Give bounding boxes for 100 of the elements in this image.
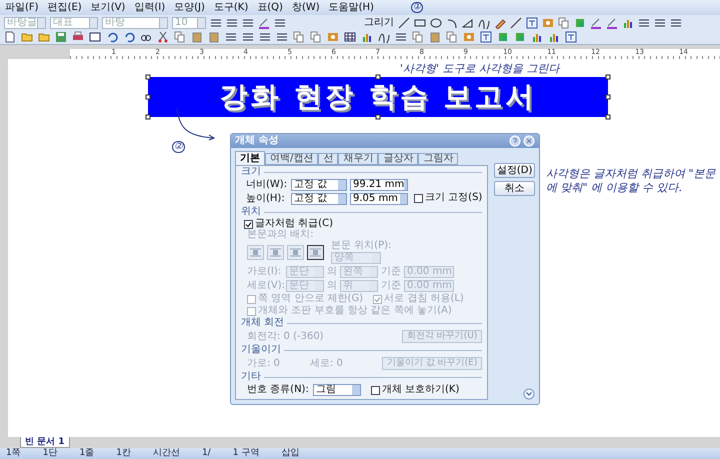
dialog-tab[interactable]: 채우기 xyxy=(338,153,378,165)
selection-handle[interactable] xyxy=(146,114,150,120)
copy-icon[interactable] xyxy=(174,31,186,43)
checkbox[interactable] xyxy=(370,386,380,394)
draw-menu[interactable]: 그리기 xyxy=(364,18,394,28)
field-label: 본문과의 배치: xyxy=(246,230,315,240)
text-box-icon[interactable] xyxy=(565,31,577,43)
copy-icon[interactable] xyxy=(310,31,322,43)
close-icon[interactable] xyxy=(523,135,535,147)
menu-item[interactable]: 모양(J) xyxy=(174,2,205,12)
undo-icon[interactable] xyxy=(123,31,135,43)
field-label: 가로(I): xyxy=(247,267,282,277)
menu-item[interactable]: 파일(F) xyxy=(5,2,39,12)
align-icon[interactable] xyxy=(638,16,650,28)
field-label: 가로: 0 xyxy=(247,358,280,368)
selection-handle[interactable] xyxy=(376,114,380,120)
selection-handle[interactable] xyxy=(146,74,150,80)
menu-item[interactable]: 편집(E) xyxy=(48,2,82,12)
align-icon[interactable] xyxy=(259,31,271,43)
align-icon[interactable] xyxy=(226,16,238,28)
banner-title: 강화 현장 학습 보고서 xyxy=(219,83,537,111)
line-color-icon[interactable] xyxy=(590,16,602,28)
handwritten-note: 사각형은 글자처럼 취급하여 "본문에 맞춰" 에 이용할 수 있다. xyxy=(546,167,716,194)
help-icon[interactable] xyxy=(509,135,521,147)
number-field[interactable]: 99.21 mm xyxy=(350,179,408,191)
selection-handle[interactable] xyxy=(606,114,610,120)
dialog-tab[interactable]: 기본 xyxy=(235,151,265,165)
menu-item[interactable]: 도움말(H) xyxy=(328,2,374,12)
menu-item[interactable]: 창(W) xyxy=(292,2,320,12)
copy-icon[interactable] xyxy=(558,16,570,28)
align-icon[interactable] xyxy=(670,16,682,28)
status-item: 1줄 xyxy=(79,449,94,458)
text-box-icon[interactable] xyxy=(526,16,538,28)
document-tab[interactable]: 빈 문서 1 xyxy=(20,437,70,448)
checkbox-label: 서로 겹침 허용(L) xyxy=(384,294,464,304)
selection-handle[interactable] xyxy=(606,94,610,100)
checkbox-label: 크기 고정(S) xyxy=(425,193,482,203)
copy-icon[interactable] xyxy=(293,31,305,43)
checkbox[interactable] xyxy=(414,194,423,202)
field-label: 의 xyxy=(327,267,337,277)
polygon-tool-icon[interactable] xyxy=(462,16,474,28)
align-icon[interactable] xyxy=(276,31,288,43)
align-icon[interactable] xyxy=(242,31,254,43)
number-type-dropdown[interactable]: 그림 xyxy=(312,384,361,396)
align-icon[interactable] xyxy=(654,16,666,28)
rectangle-tool-icon[interactable] xyxy=(414,16,426,28)
table-icon[interactable] xyxy=(344,31,356,43)
field-label: 높이(H): xyxy=(246,194,286,204)
page-view-icon[interactable] xyxy=(89,31,101,43)
selection-handle[interactable] xyxy=(606,74,610,80)
number-field[interactable]: 9.05 mm xyxy=(350,193,408,205)
mode-dropdown[interactable]: 고정 값 xyxy=(291,179,347,191)
align-icon[interactable] xyxy=(225,31,237,43)
paste-icon[interactable] xyxy=(191,31,203,43)
line-tool-icon[interactable] xyxy=(510,16,522,28)
align-icon[interactable] xyxy=(274,16,286,28)
section-heading: 크기 xyxy=(241,167,261,177)
menu-item[interactable]: 보기(V) xyxy=(90,2,126,12)
cut-icon[interactable] xyxy=(157,31,169,43)
status-item: 시간선 xyxy=(152,449,180,458)
align-icon[interactable] xyxy=(242,16,254,28)
expand-icon[interactable] xyxy=(523,388,535,400)
selection-handle[interactable] xyxy=(146,94,150,100)
field-label: 회전각: 0 (-360) xyxy=(247,332,324,342)
print-icon[interactable] xyxy=(72,31,84,43)
menu-item[interactable]: 표(Q) xyxy=(257,2,283,12)
section-heading: 기울이기 xyxy=(241,345,281,355)
field-label: 기준 xyxy=(381,281,401,291)
dialog-tab[interactable]: 선 xyxy=(318,153,338,165)
text-box-icon[interactable] xyxy=(480,31,492,43)
line-color-icon[interactable] xyxy=(258,16,270,28)
undo-icon[interactable] xyxy=(106,31,118,43)
align-icon[interactable] xyxy=(210,16,222,28)
ellipse-tool-icon[interactable] xyxy=(430,16,442,28)
align-icon[interactable] xyxy=(395,31,407,43)
dialog-button[interactable]: 취소 xyxy=(494,181,535,196)
line-color-icon[interactable] xyxy=(606,16,618,28)
checkbox-label: 개체와 조판 부호를 항상 같은 쪽에 놓기(A) xyxy=(258,306,452,316)
menu-item[interactable]: 도구(K) xyxy=(214,2,248,12)
mode-dropdown[interactable]: 고정 값 xyxy=(291,193,347,205)
chart-icon[interactable] xyxy=(548,31,560,43)
dialog-button[interactable]: 설정(D) xyxy=(494,163,535,178)
picture-icon[interactable] xyxy=(327,31,339,43)
chart-icon[interactable] xyxy=(361,31,373,43)
arc-tool-icon[interactable] xyxy=(446,16,458,28)
leader-line xyxy=(176,107,216,143)
selection-handle[interactable] xyxy=(376,74,380,80)
line-tool-icon[interactable] xyxy=(398,16,410,28)
dialog-tab[interactable]: 글상자 xyxy=(378,153,418,165)
menu-item[interactable]: 입력(I) xyxy=(134,2,166,12)
dialog-title: 개체 속성 xyxy=(235,136,278,146)
dialog-tab[interactable]: 여백/캡션 xyxy=(265,153,318,165)
annotation-marker: ② xyxy=(172,141,185,153)
section-heading: 위치 xyxy=(241,207,261,217)
save-icon[interactable] xyxy=(55,31,67,43)
curve-tool-icon[interactable] xyxy=(378,31,390,43)
status-item: 1 구역 xyxy=(232,449,260,458)
status-item: 삽입 xyxy=(281,449,300,458)
dialog-tab[interactable]: 그림자 xyxy=(418,153,458,165)
chart-icon[interactable] xyxy=(531,31,543,43)
